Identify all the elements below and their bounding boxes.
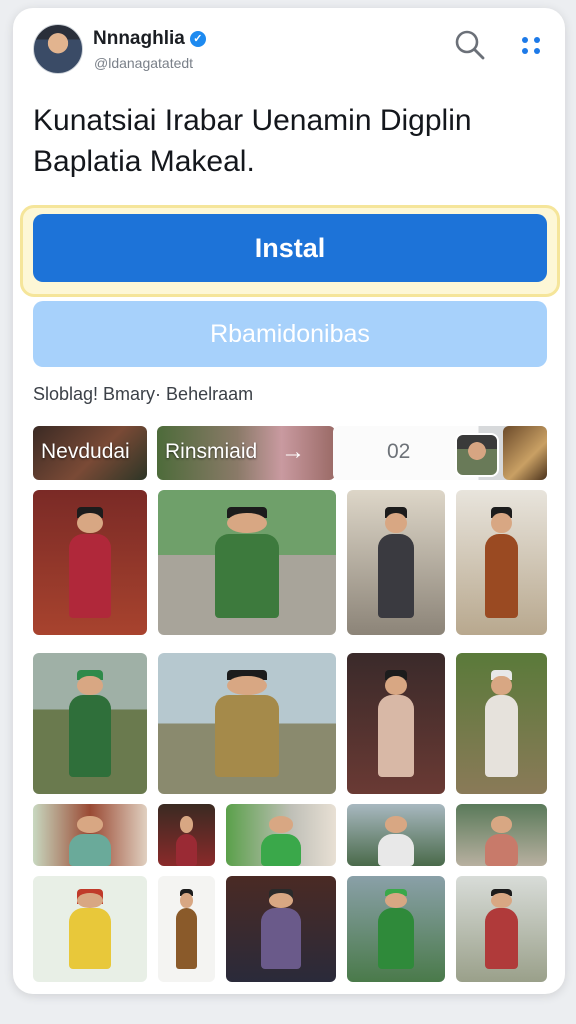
photo-tile[interactable] bbox=[33, 653, 147, 794]
photo-tile[interactable] bbox=[347, 490, 445, 635]
avatar[interactable] bbox=[33, 24, 83, 74]
photo-tile[interactable] bbox=[33, 490, 147, 635]
install-button[interactable]: Instal bbox=[33, 214, 547, 282]
photo-tile[interactable] bbox=[158, 876, 215, 982]
photo-tile[interactable] bbox=[33, 804, 147, 866]
profile-header: Nnnaghlia ✓ @ldanagatatedt bbox=[33, 22, 545, 76]
chip-avatar bbox=[455, 433, 499, 477]
chip-third[interactable]: → 02 bbox=[281, 426, 547, 480]
photo-tile[interactable] bbox=[158, 804, 215, 866]
search-icon bbox=[455, 30, 485, 60]
chip-label: Rinsmiaid bbox=[165, 440, 258, 463]
search-button[interactable] bbox=[453, 28, 487, 62]
photo-tile[interactable] bbox=[226, 804, 336, 866]
profile-name[interactable]: Nnnaghlia bbox=[93, 28, 185, 50]
photo-tile[interactable] bbox=[456, 653, 547, 794]
section-label: Sloblag! Bmary· Behelraam bbox=[33, 384, 254, 404]
photo-tile[interactable] bbox=[33, 876, 147, 982]
filter-chips: Nevdudai Rinsmiaid → 02 bbox=[33, 426, 547, 480]
page-title: Kunatsiai Irabar Uenamin Digplin Baplati… bbox=[33, 104, 472, 178]
profile-handle: @ldanagatatedt bbox=[94, 55, 194, 71]
secondary-button[interactable]: Rbamidonibas bbox=[33, 301, 547, 367]
chip-first[interactable]: Nevdudai bbox=[33, 426, 147, 480]
more-menu-button[interactable] bbox=[519, 34, 545, 60]
arrow-icon: → bbox=[281, 438, 305, 465]
name-row: Nnnaghlia ✓ bbox=[93, 28, 206, 50]
photo-tile[interactable] bbox=[456, 490, 547, 635]
chip-second[interactable]: Rinsmiaid bbox=[157, 426, 335, 480]
photo-tile[interactable] bbox=[456, 804, 547, 866]
photo-tile[interactable] bbox=[226, 876, 336, 982]
chip-count: 02 bbox=[387, 440, 411, 463]
photo-tile[interactable] bbox=[158, 490, 336, 635]
photo-tile[interactable] bbox=[347, 876, 445, 982]
photo-tile[interactable] bbox=[456, 876, 547, 982]
app-card: Nnnaghlia ✓ @ldanagatatedt Kunatsiai Ira… bbox=[13, 8, 565, 994]
photo-tile[interactable] bbox=[158, 653, 336, 794]
chip-label: Nevdudai bbox=[41, 440, 130, 463]
photo-tile[interactable] bbox=[347, 804, 445, 866]
photo-tile[interactable] bbox=[347, 653, 445, 794]
chip-thumbnail bbox=[503, 426, 547, 480]
verified-icon: ✓ bbox=[189, 31, 206, 47]
